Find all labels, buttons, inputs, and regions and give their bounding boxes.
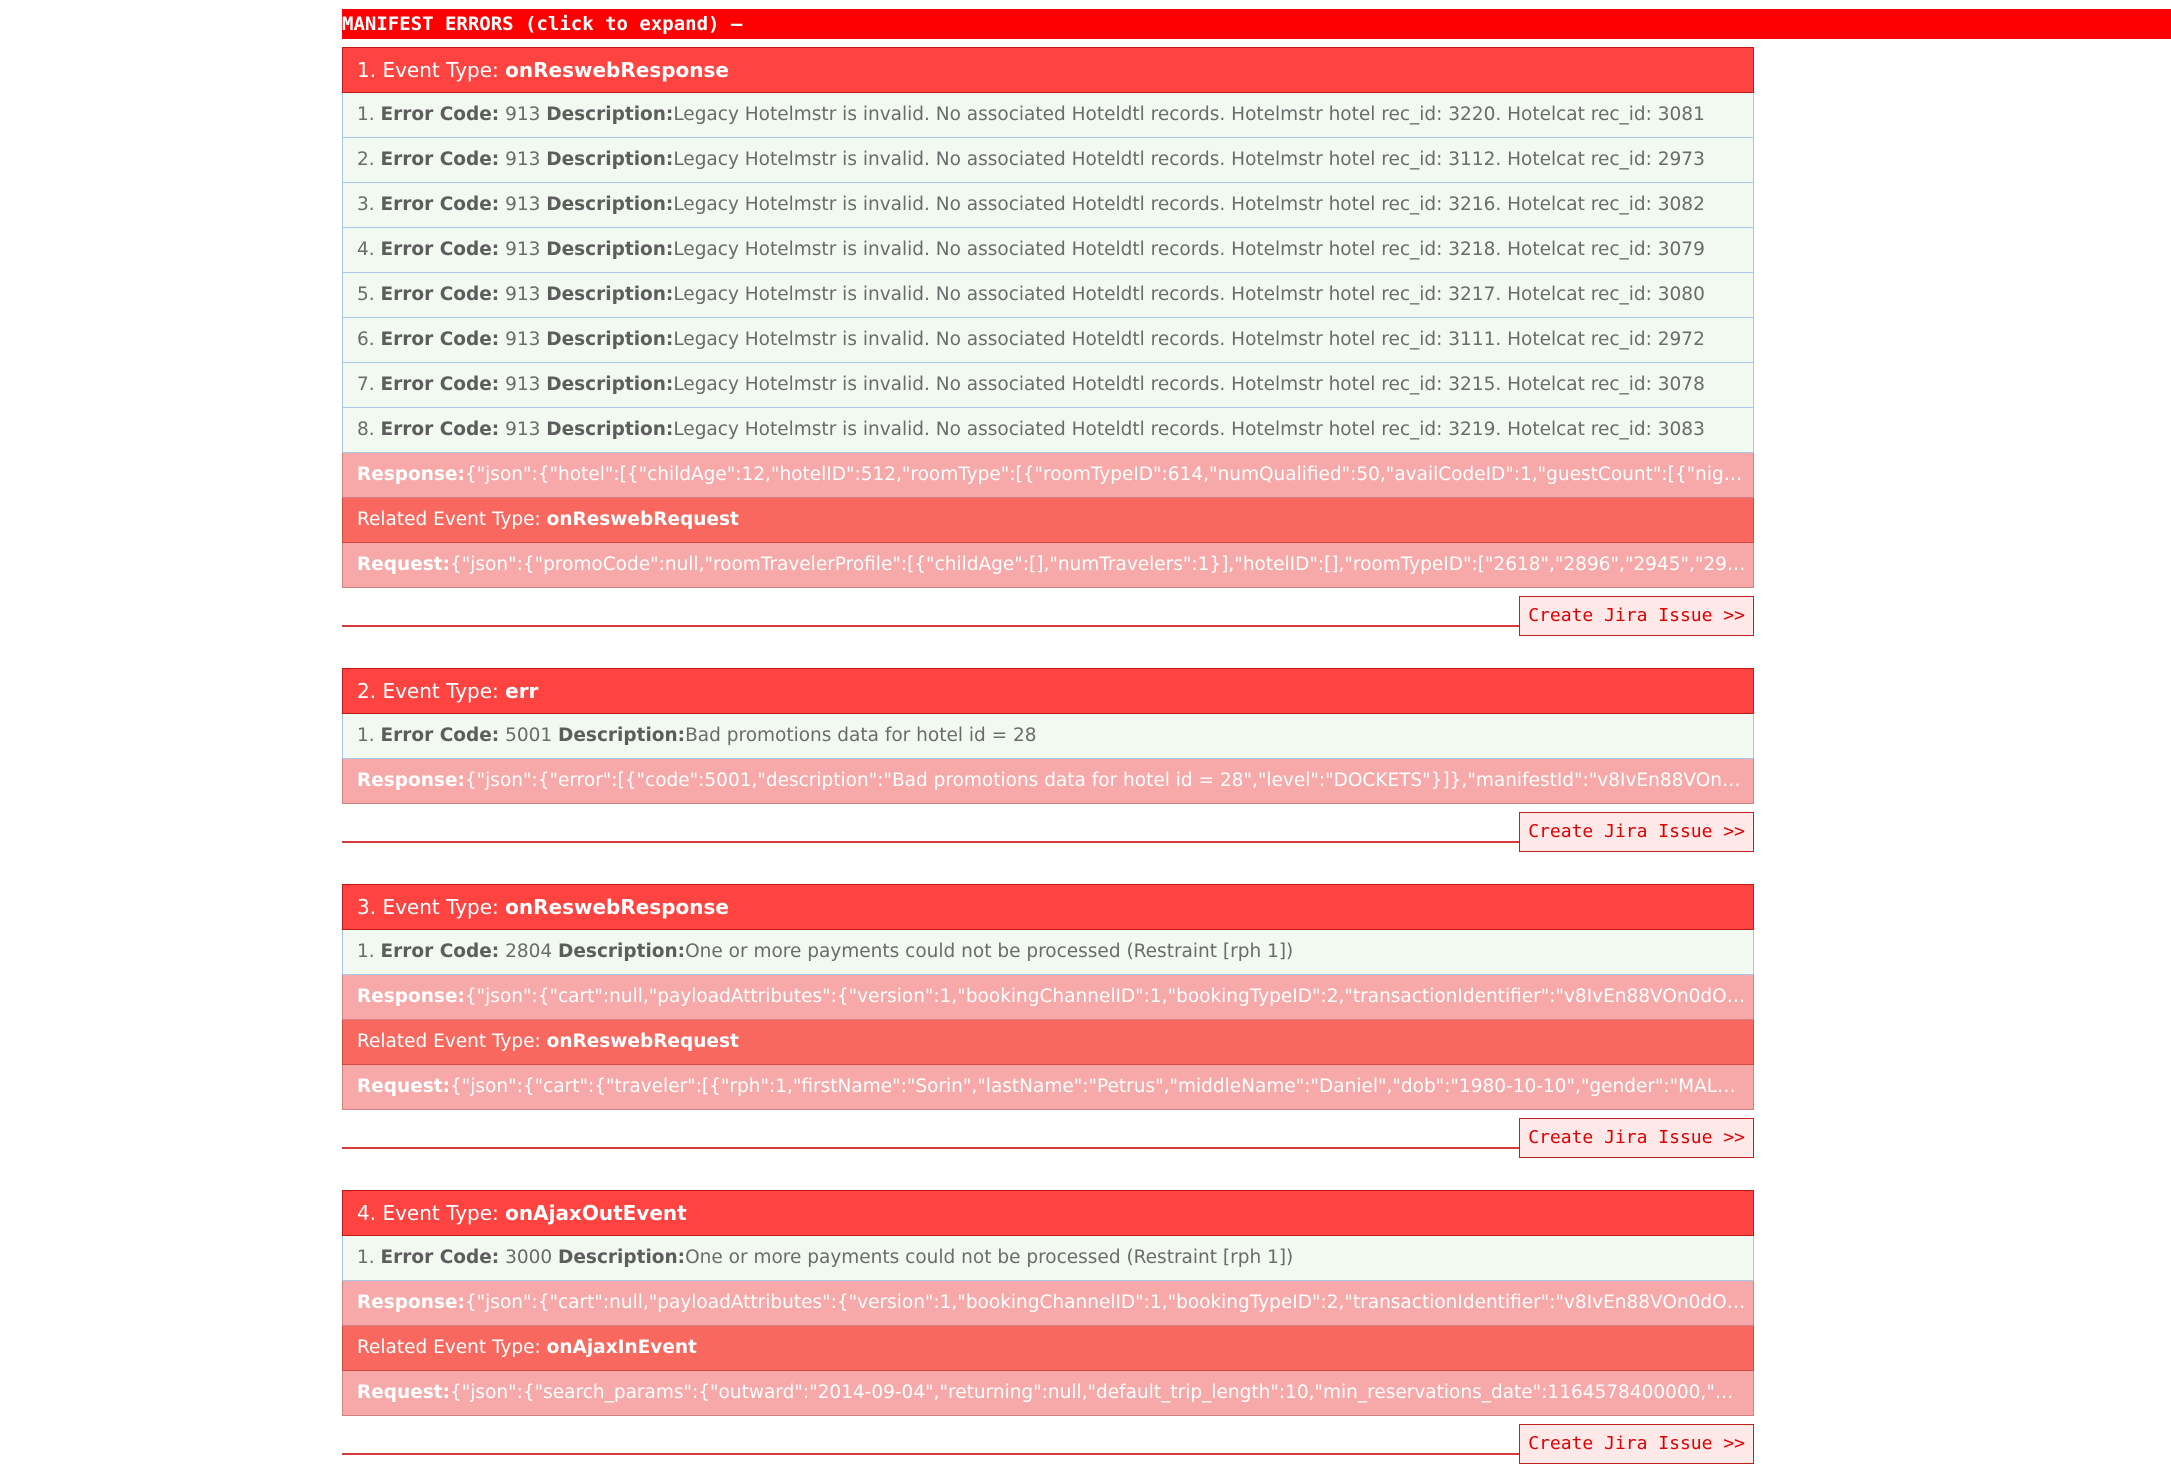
event-block: 1. Event Type: onReswebResponse 1. Error… [342,47,1754,636]
error-row: 1. Error Code: 2804 Description:One or m… [342,930,1754,975]
event-type: onAjaxOutEvent [505,1201,687,1225]
event-footer: Create Jira Issue >> [342,1416,1754,1464]
event-footer: Create Jira Issue >> [342,588,1754,636]
event-block: 4. Event Type: onAjaxOutEvent 1. Error C… [342,1190,1754,1464]
event-header: 1. Event Type: onReswebResponse [342,47,1754,93]
error-row: 6. Error Code: 913 Description:Legacy Ho… [342,318,1754,363]
request-json: {"json":{"promoCode":null,"roomTravelerP… [450,554,1754,575]
event-footer: Create Jira Issue >> [342,1110,1754,1158]
error-row: 1. Error Code: 5001 Description:Bad prom… [342,714,1754,759]
related-event-row: Related Event Type: onAjaxInEvent [342,1326,1754,1371]
error-row: 3. Error Code: 913 Description:Legacy Ho… [342,183,1754,228]
error-row: 1. Error Code: 3000 Description:One or m… [342,1236,1754,1281]
request-json: {"json":{"search_params":{"outward":"201… [450,1382,1754,1403]
related-event-type: onReswebRequest [546,509,739,530]
create-jira-issue-button[interactable]: Create Jira Issue >> [1519,596,1754,636]
event-type: err [505,679,539,703]
error-row: 5. Error Code: 913 Description:Legacy Ho… [342,273,1754,318]
response-row: Response:{"json":{"cart":null,"payloadAt… [342,1281,1754,1326]
banner-label: MANIFEST ERRORS (click to expand) – [342,13,743,35]
request-row: Request:{"json":{"search_params":{"outwa… [342,1371,1754,1416]
error-row: 1. Error Code: 913 Description:Legacy Ho… [342,93,1754,138]
manifest-errors-banner[interactable]: MANIFEST ERRORS (click to expand) – [342,9,2171,39]
event-type: onReswebResponse [505,895,729,919]
response-json: {"json":{"cart":null,"payloadAttributes"… [464,1292,1754,1313]
response-row: Response:{"json":{"hotel":[{"childAge":1… [342,453,1754,498]
request-row: Request:{"json":{"cart":{"traveler":[{"r… [342,1065,1754,1110]
request-json: {"json":{"cart":{"traveler":[{"rph":1,"f… [450,1076,1754,1097]
response-row: Response:{"json":{"cart":null,"payloadAt… [342,975,1754,1020]
event-block: 3. Event Type: onReswebResponse 1. Error… [342,884,1754,1158]
related-event-type: onAjaxInEvent [546,1337,697,1358]
response-json: {"json":{"cart":null,"payloadAttributes"… [464,986,1754,1007]
event-header: 2. Event Type: err [342,668,1754,714]
related-event-type: onReswebRequest [546,1031,739,1052]
response-json: {"json":{"hotel":[{"childAge":12,"hotelI… [464,464,1754,485]
event-block: 2. Event Type: err 1. Error Code: 5001 D… [342,668,1754,852]
related-event-row: Related Event Type: onReswebRequest [342,1020,1754,1065]
create-jira-issue-button[interactable]: Create Jira Issue >> [1519,1424,1754,1464]
create-jira-issue-button[interactable]: Create Jira Issue >> [1519,812,1754,852]
related-event-row: Related Event Type: onReswebRequest [342,498,1754,543]
event-header: 3. Event Type: onReswebResponse [342,884,1754,930]
event-type: onReswebResponse [505,58,729,82]
create-jira-issue-button[interactable]: Create Jira Issue >> [1519,1118,1754,1158]
request-row: Request:{"json":{"promoCode":null,"roomT… [342,543,1754,588]
error-row: 7. Error Code: 913 Description:Legacy Ho… [342,363,1754,408]
error-row: 8. Error Code: 913 Description:Legacy Ho… [342,408,1754,453]
event-header: 4. Event Type: onAjaxOutEvent [342,1190,1754,1236]
response-json: {"json":{"error":[{"code":5001,"descript… [464,770,1754,791]
error-row: 2. Error Code: 913 Description:Legacy Ho… [342,138,1754,183]
event-footer: Create Jira Issue >> [342,804,1754,852]
response-row: Response:{"json":{"error":[{"code":5001,… [342,759,1754,804]
error-row: 4. Error Code: 913 Description:Legacy Ho… [342,228,1754,273]
